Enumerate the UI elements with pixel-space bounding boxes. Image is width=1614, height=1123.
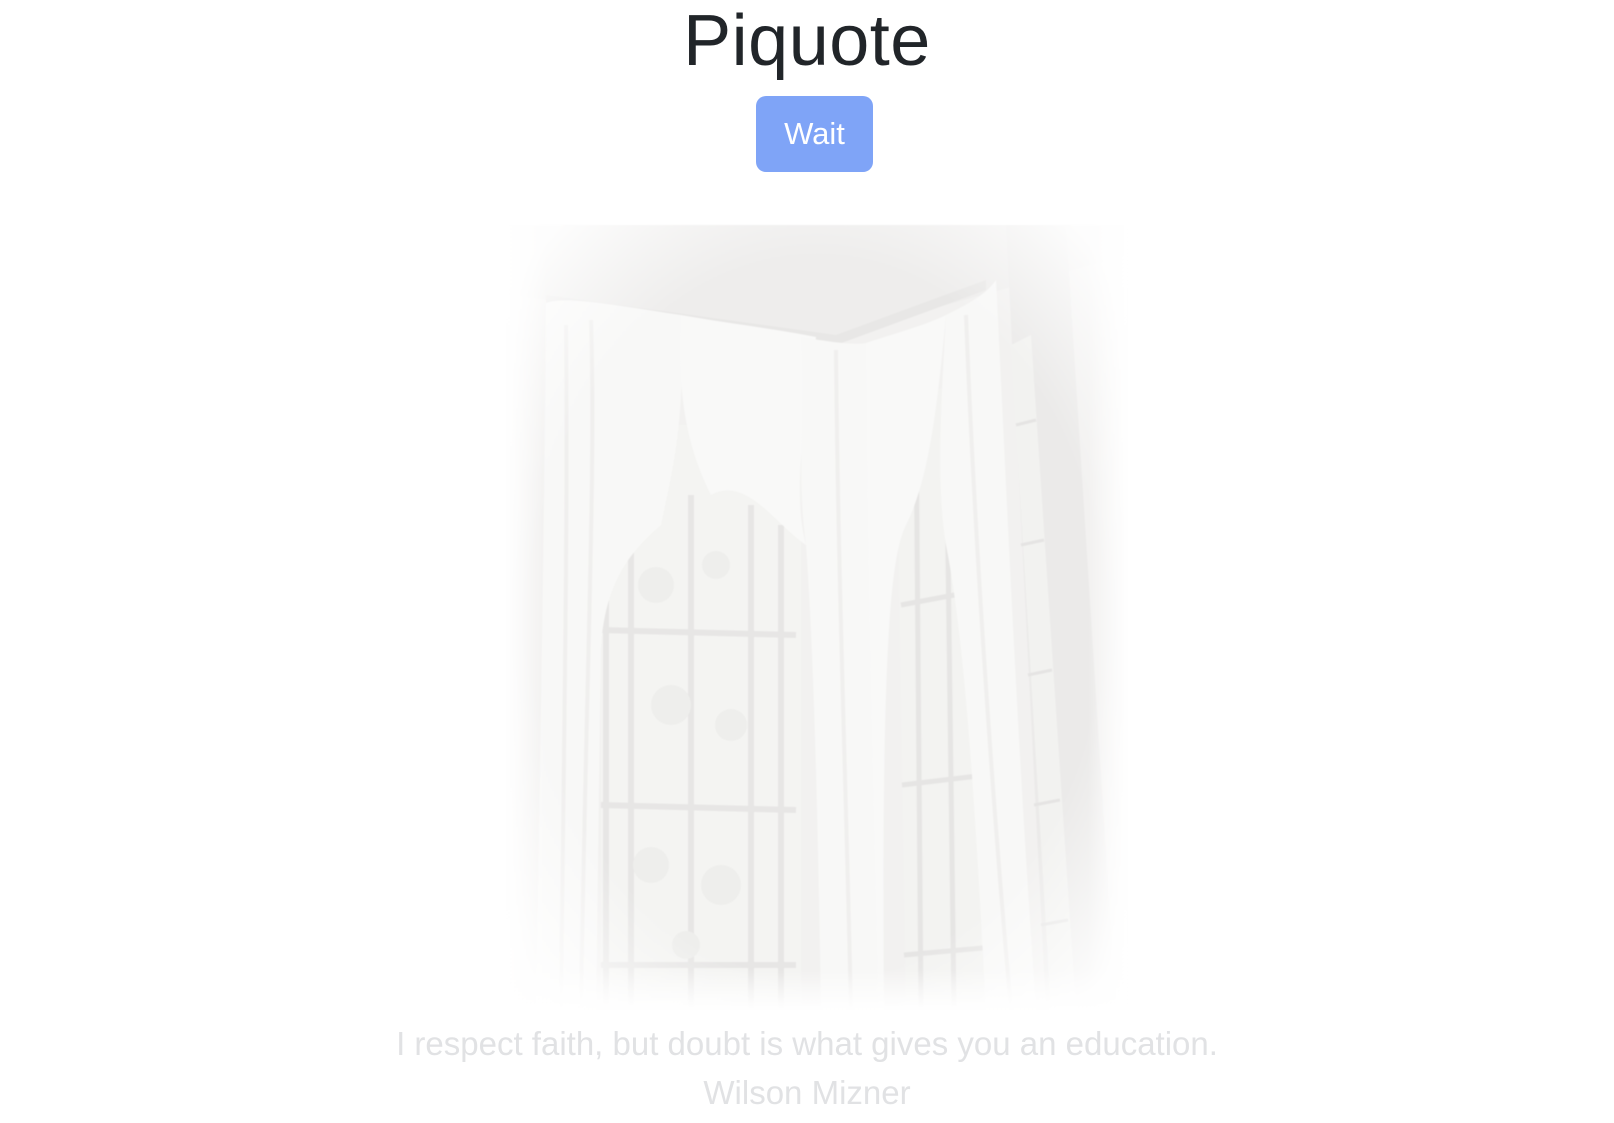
piquote-page: Piquote Wait I respect faith, but doubt … bbox=[0, 0, 1614, 1123]
app-title: Piquote bbox=[683, 1, 931, 81]
quote-image bbox=[506, 225, 1128, 1010]
quote-author: Wilson Mizner bbox=[703, 1074, 911, 1111]
wait-button[interactable]: Wait bbox=[756, 96, 873, 172]
quote-text: I respect faith, but doubt is what gives… bbox=[396, 1025, 1218, 1062]
window-curtains-photo bbox=[506, 225, 1128, 1010]
